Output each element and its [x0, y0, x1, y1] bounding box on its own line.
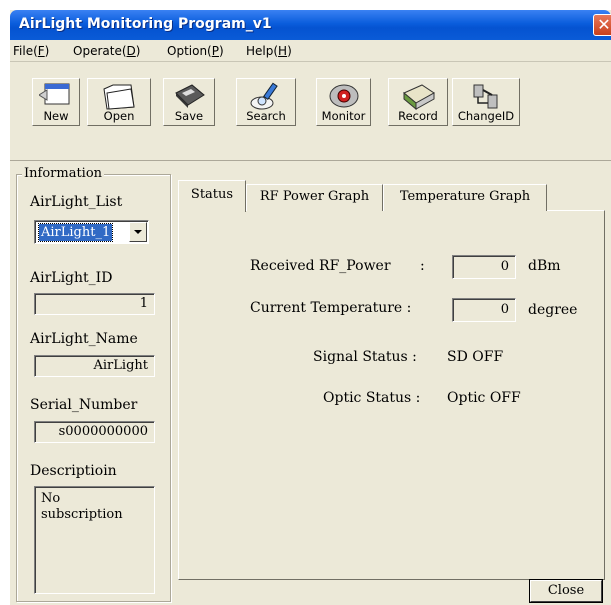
- menu-operate-key: D: [126, 44, 136, 58]
- menu-bar: File(F) Operate(D) Option(P) Help(H): [10, 40, 611, 62]
- main-window: AirLight Monitoring Program_v1 ✕ File(F)…: [10, 10, 611, 605]
- new-button[interactable]: New: [32, 78, 80, 126]
- folder-open-icon: [103, 84, 135, 110]
- serial-number-label: Serial_Number: [30, 397, 138, 413]
- monitor-button[interactable]: Monitor: [316, 78, 371, 126]
- window-close-icon[interactable]: ✕: [593, 14, 611, 36]
- tab-rf-power-graph[interactable]: RF Power Graph: [246, 184, 383, 211]
- temperature-label: Current Temperature :: [250, 300, 412, 316]
- toolbar: New Open Save Search Monitor Record Chan…: [10, 63, 611, 161]
- close-label: Close: [547, 583, 585, 598]
- information-legend: Information: [22, 166, 105, 181]
- open-label: Open: [103, 109, 135, 123]
- airlight-name-label: AirLight_Name: [30, 331, 138, 347]
- close-button[interactable]: Close: [530, 580, 602, 602]
- new-label: New: [43, 109, 69, 123]
- record-icon: [403, 84, 435, 111]
- menu-help-end: ): [287, 44, 292, 58]
- menu-help[interactable]: Help(H): [246, 44, 292, 58]
- save-label: Save: [174, 109, 204, 123]
- menu-option-end: ): [218, 44, 224, 58]
- floppy-disk-icon: [175, 84, 205, 108]
- save-button[interactable]: Save: [163, 78, 215, 126]
- monitor-label: Monitor: [321, 109, 366, 123]
- search-button[interactable]: Search: [236, 78, 296, 126]
- menu-operate[interactable]: Operate(D): [73, 44, 140, 58]
- menu-option-key: P: [211, 44, 219, 58]
- record-label: Record: [398, 109, 438, 123]
- menu-operate-label: Operate(: [73, 44, 127, 58]
- menu-file-key: F: [37, 44, 45, 58]
- signal-status-label: Signal Status :: [313, 349, 417, 365]
- signal-status-value: SD OFF: [447, 349, 504, 365]
- menu-help-label: Help(: [246, 44, 279, 58]
- serial-number-field: s0000000000: [34, 421, 155, 443]
- search-label: Search: [246, 109, 286, 123]
- title-bar[interactable]: AirLight Monitoring Program_v1 ✕: [10, 10, 611, 40]
- new-window-icon: [39, 83, 70, 105]
- tab-temperature-graph[interactable]: Temperature Graph: [383, 184, 547, 211]
- menu-help-key: H: [278, 44, 288, 58]
- menu-option[interactable]: Option(P): [167, 44, 224, 58]
- menu-option-label: Option(: [167, 44, 212, 58]
- airlight-list-select[interactable]: AirLight_1: [34, 220, 149, 244]
- airlight-id-field: 1: [34, 293, 155, 315]
- tab-temperature-graph-label: Temperature Graph: [399, 189, 531, 204]
- description-field[interactable]: No subscription: [34, 486, 155, 594]
- temperature-field: 0: [452, 298, 516, 322]
- window-title: AirLight Monitoring Program_v1: [19, 16, 272, 32]
- rf-power-colon: :: [420, 258, 425, 274]
- rf-power-unit: dBm: [528, 258, 561, 274]
- temperature-unit: degree: [528, 302, 578, 318]
- changeid-button[interactable]: ChangeID: [452, 78, 520, 126]
- menu-file-end: ): [44, 44, 50, 58]
- optic-status-label: Optic Status :: [323, 390, 421, 406]
- menu-file[interactable]: File(F): [13, 44, 49, 58]
- rf-power-label: Received RF_Power: [250, 258, 391, 274]
- airlight-list-value: AirLight_1: [37, 223, 114, 242]
- changeid-icon: [473, 84, 498, 109]
- open-button[interactable]: Open: [87, 78, 151, 126]
- description-label: Descriptioin: [30, 463, 117, 479]
- chevron-down-icon[interactable]: [129, 222, 147, 242]
- tab-status-label: Status: [190, 187, 234, 202]
- tab-rf-power-graph-label: RF Power Graph: [259, 189, 370, 204]
- tab-status[interactable]: Status: [178, 180, 246, 212]
- menu-file-label: File(: [13, 44, 38, 58]
- monitor-icon: [329, 84, 358, 108]
- airlight-name-field: AirLight: [34, 355, 155, 377]
- record-button[interactable]: Record: [388, 78, 448, 126]
- changeid-label: ChangeID: [457, 109, 515, 123]
- airlight-id-label: AirLight_ID: [30, 270, 113, 286]
- rf-power-field: 0: [452, 255, 516, 279]
- airlight-list-label: AirLight_List: [30, 194, 123, 210]
- menu-operate-end: ): [135, 44, 141, 58]
- optic-status-value: Optic OFF: [447, 390, 521, 406]
